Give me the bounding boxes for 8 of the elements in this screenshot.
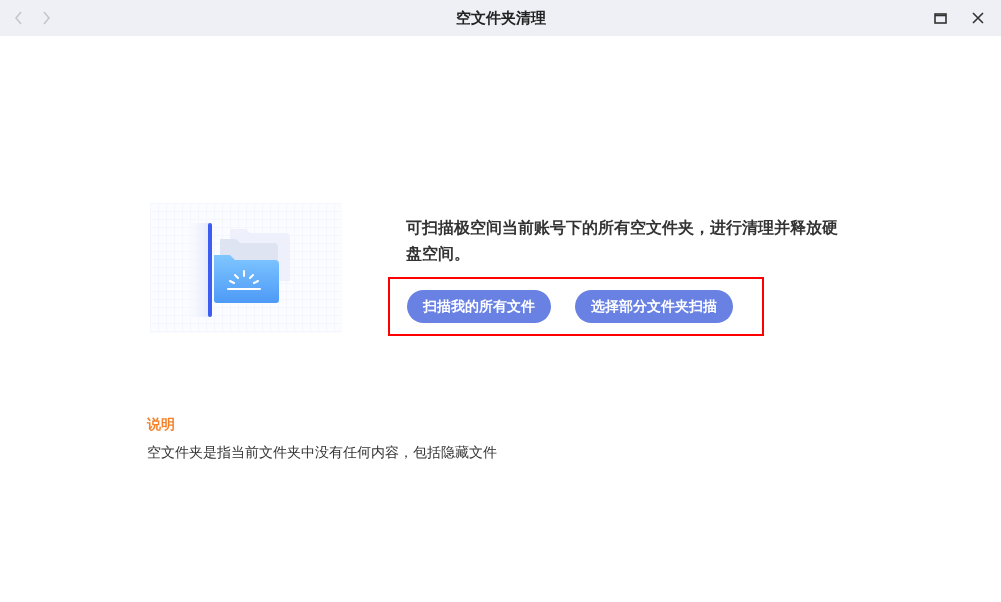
scan-all-button[interactable]: 扫描我的所有文件 [407,290,551,323]
description-text: 可扫描极空间当前账号下的所有空文件夹，进行清理并释放硬盘空间。 [406,218,839,265]
maximize-icon[interactable] [933,12,947,24]
window-title: 空文件夹清理 [455,7,546,29]
note-text: 空文件夹是指当前文件夹中没有任何内容，包括隐藏文件 [147,443,498,463]
close-icon[interactable] [972,12,984,24]
note-heading: 说明 [147,415,176,434]
select-folders-button[interactable]: 选择部分文件夹扫描 [575,290,733,323]
